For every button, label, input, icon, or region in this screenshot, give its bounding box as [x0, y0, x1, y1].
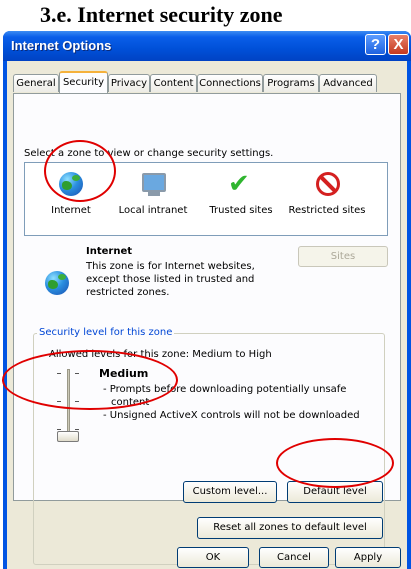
page-heading: 3.e. Internet security zone — [40, 2, 283, 27]
zone-description: This zone is for Internet websites, exce… — [86, 261, 255, 298]
cancel-button[interactable]: Cancel — [259, 547, 329, 568]
tab-strip: General Security Privacy Content Connect… — [13, 71, 403, 93]
slider-tick — [57, 429, 61, 430]
apply-button[interactable]: Apply — [335, 547, 401, 568]
tab-general[interactable]: General — [13, 74, 59, 92]
checkmark-icon: ✔ — [228, 169, 250, 199]
tab-connections[interactable]: Connections — [197, 74, 263, 92]
dialog-client: General Security Privacy Content Connect… — [7, 61, 407, 569]
slider-thumb[interactable] — [57, 431, 79, 442]
annotation-circle-default-level — [276, 438, 394, 488]
tab-security[interactable]: Security — [59, 71, 108, 93]
sites-button[interactable]: Sites — [298, 246, 388, 267]
zone-restricted-sites[interactable]: Restricted sites — [287, 169, 367, 227]
annotation-circle-internet-zone — [44, 140, 116, 202]
reset-all-zones-button[interactable]: Reset all zones to default level — [197, 517, 383, 539]
zone-label: Internet — [51, 205, 91, 216]
close-button[interactable]: X — [388, 34, 409, 55]
tab-privacy[interactable]: Privacy — [108, 74, 150, 92]
slider-tick — [75, 429, 79, 430]
internet-options-window: Internet Options ? X General Security Pr… — [3, 31, 411, 569]
custom-level-button[interactable]: Custom level... — [183, 481, 277, 503]
tab-advanced[interactable]: Advanced — [319, 74, 377, 92]
zone-label: Trusted sites — [209, 205, 273, 216]
help-button[interactable]: ? — [365, 34, 386, 55]
zone-label: Local intranet — [118, 205, 188, 216]
zone-trusted-sites[interactable]: ✔ Trusted sites — [201, 169, 281, 227]
ok-button[interactable]: OK — [177, 547, 249, 568]
security-level-legend: Security level for this zone — [37, 327, 175, 338]
title-bar: Internet Options ? X — [3, 31, 411, 61]
zone-local-intranet[interactable]: Local intranet — [113, 169, 193, 227]
level-desc-line: - Unsigned ActiveX controls will not be … — [103, 410, 360, 421]
restricted-icon — [316, 172, 340, 196]
zone-label: Restricted sites — [288, 205, 366, 216]
annotation-circle-slider — [2, 350, 178, 410]
window-title: Internet Options — [11, 38, 112, 53]
tab-programs[interactable]: Programs — [263, 74, 319, 92]
internet-zone-icon — [42, 268, 72, 298]
tab-content[interactable]: Content — [150, 74, 197, 92]
intranet-icon — [138, 169, 168, 199]
zone-title: Internet — [86, 246, 133, 257]
